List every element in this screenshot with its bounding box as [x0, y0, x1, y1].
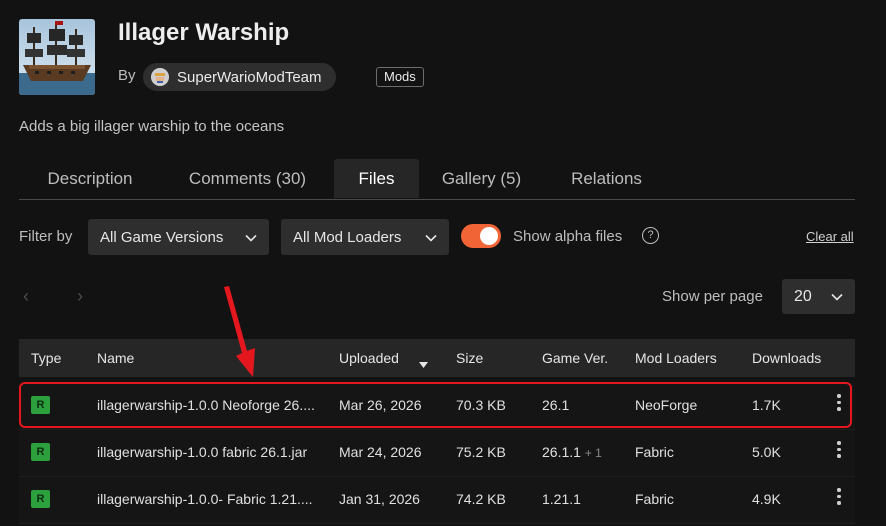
download-count: 4.9K	[752, 491, 781, 507]
table-row[interactable]: R illagerwarship-1.0.0 fabric 26.1.jar M…	[19, 430, 855, 477]
col-game-ver[interactable]: Game Ver.	[542, 350, 608, 366]
project-thumbnail	[19, 19, 95, 95]
table-row[interactable]: R illagerwarship-1.0.0 Neoforge 26.... M…	[19, 383, 855, 430]
release-badge: R	[31, 443, 50, 461]
mod-loaders-value: All Mod Loaders	[293, 228, 402, 246]
tab-files[interactable]: Files	[334, 159, 419, 198]
mod-loader: Fabric	[635, 491, 674, 507]
tab-relations[interactable]: Relations	[544, 159, 669, 198]
author-name: SuperWarioModTeam	[177, 68, 322, 86]
game-version: 26.1	[542, 397, 570, 413]
tab-gallery[interactable]: Gallery (5)	[419, 159, 544, 198]
author-avatar	[151, 68, 169, 86]
game-version: 26.1.1 + 1	[542, 444, 602, 460]
file-name[interactable]: illagerwarship-1.0.0 Neoforge 26....	[97, 397, 315, 413]
col-type: Type	[31, 350, 62, 366]
col-downloads[interactable]: Downloads	[752, 350, 821, 366]
category-badge[interactable]: Mods	[376, 67, 424, 87]
chevron-down-icon	[425, 229, 437, 246]
annotation-arrow-icon	[224, 286, 255, 377]
project-title: Illager Warship	[118, 19, 290, 46]
more-options-icon[interactable]	[837, 441, 841, 461]
per-page-label: Show per page	[662, 288, 763, 305]
files-table: Type Name Uploaded Size Game Ver. Mod Lo…	[19, 339, 855, 524]
uploaded-date: Mar 26, 2026	[339, 397, 422, 413]
chevron-down-icon	[831, 288, 843, 305]
file-size: 70.3 KB	[456, 397, 506, 413]
file-name[interactable]: illagerwarship-1.0.0 fabric 26.1.jar	[97, 444, 307, 460]
file-name[interactable]: illagerwarship-1.0.0- Fabric 1.21....	[97, 491, 313, 507]
col-name[interactable]: Name	[97, 350, 134, 366]
mod-loaders-select[interactable]: All Mod Loaders	[281, 219, 449, 255]
tab-comments[interactable]: Comments (30)	[161, 159, 334, 198]
prev-page-button[interactable]: ‹	[23, 286, 29, 307]
show-alpha-label: Show alpha files	[513, 228, 623, 245]
per-page-value: 20	[794, 287, 812, 305]
tab-description[interactable]: Description	[19, 159, 161, 198]
mod-loader: Fabric	[635, 444, 674, 460]
col-mod-loaders[interactable]: Mod Loaders	[635, 350, 717, 366]
project-tabs: Description Comments (30) Files Gallery …	[19, 159, 855, 200]
next-page-button[interactable]: ›	[77, 286, 83, 307]
chevron-down-icon	[245, 229, 257, 246]
file-size: 75.2 KB	[456, 444, 506, 460]
download-count: 5.0K	[752, 444, 781, 460]
project-summary: Adds a big illager warship to the oceans	[19, 118, 285, 135]
by-label: By	[118, 67, 136, 84]
more-options-icon[interactable]	[837, 394, 841, 414]
table-header: Type Name Uploaded Size Game Ver. Mod Lo…	[19, 339, 855, 377]
uploaded-date: Mar 24, 2026	[339, 444, 422, 460]
mod-loader: NeoForge	[635, 397, 698, 413]
uploaded-date: Jan 31, 2026	[339, 491, 420, 507]
toggle-knob	[480, 227, 498, 245]
game-versions-value: All Game Versions	[100, 228, 224, 246]
sort-desc-icon[interactable]	[419, 355, 428, 371]
release-badge: R	[31, 396, 50, 414]
table-row[interactable]: R illagerwarship-1.0.0- Fabric 1.21.... …	[19, 477, 855, 524]
col-uploaded[interactable]: Uploaded	[339, 350, 399, 366]
game-version: 1.21.1	[542, 491, 581, 507]
download-count: 1.7K	[752, 397, 781, 413]
show-alpha-toggle[interactable]	[461, 224, 501, 248]
per-page-select[interactable]: 20	[782, 279, 855, 314]
more-options-icon[interactable]	[837, 488, 841, 508]
help-icon[interactable]: ?	[642, 227, 659, 244]
author-chip[interactable]: SuperWarioModTeam	[143, 63, 336, 91]
file-size: 74.2 KB	[456, 491, 506, 507]
clear-all-link[interactable]: Clear all	[806, 229, 854, 244]
release-badge: R	[31, 490, 50, 508]
filter-by-label: Filter by	[19, 228, 73, 245]
game-versions-select[interactable]: All Game Versions	[88, 219, 269, 255]
col-size[interactable]: Size	[456, 350, 483, 366]
